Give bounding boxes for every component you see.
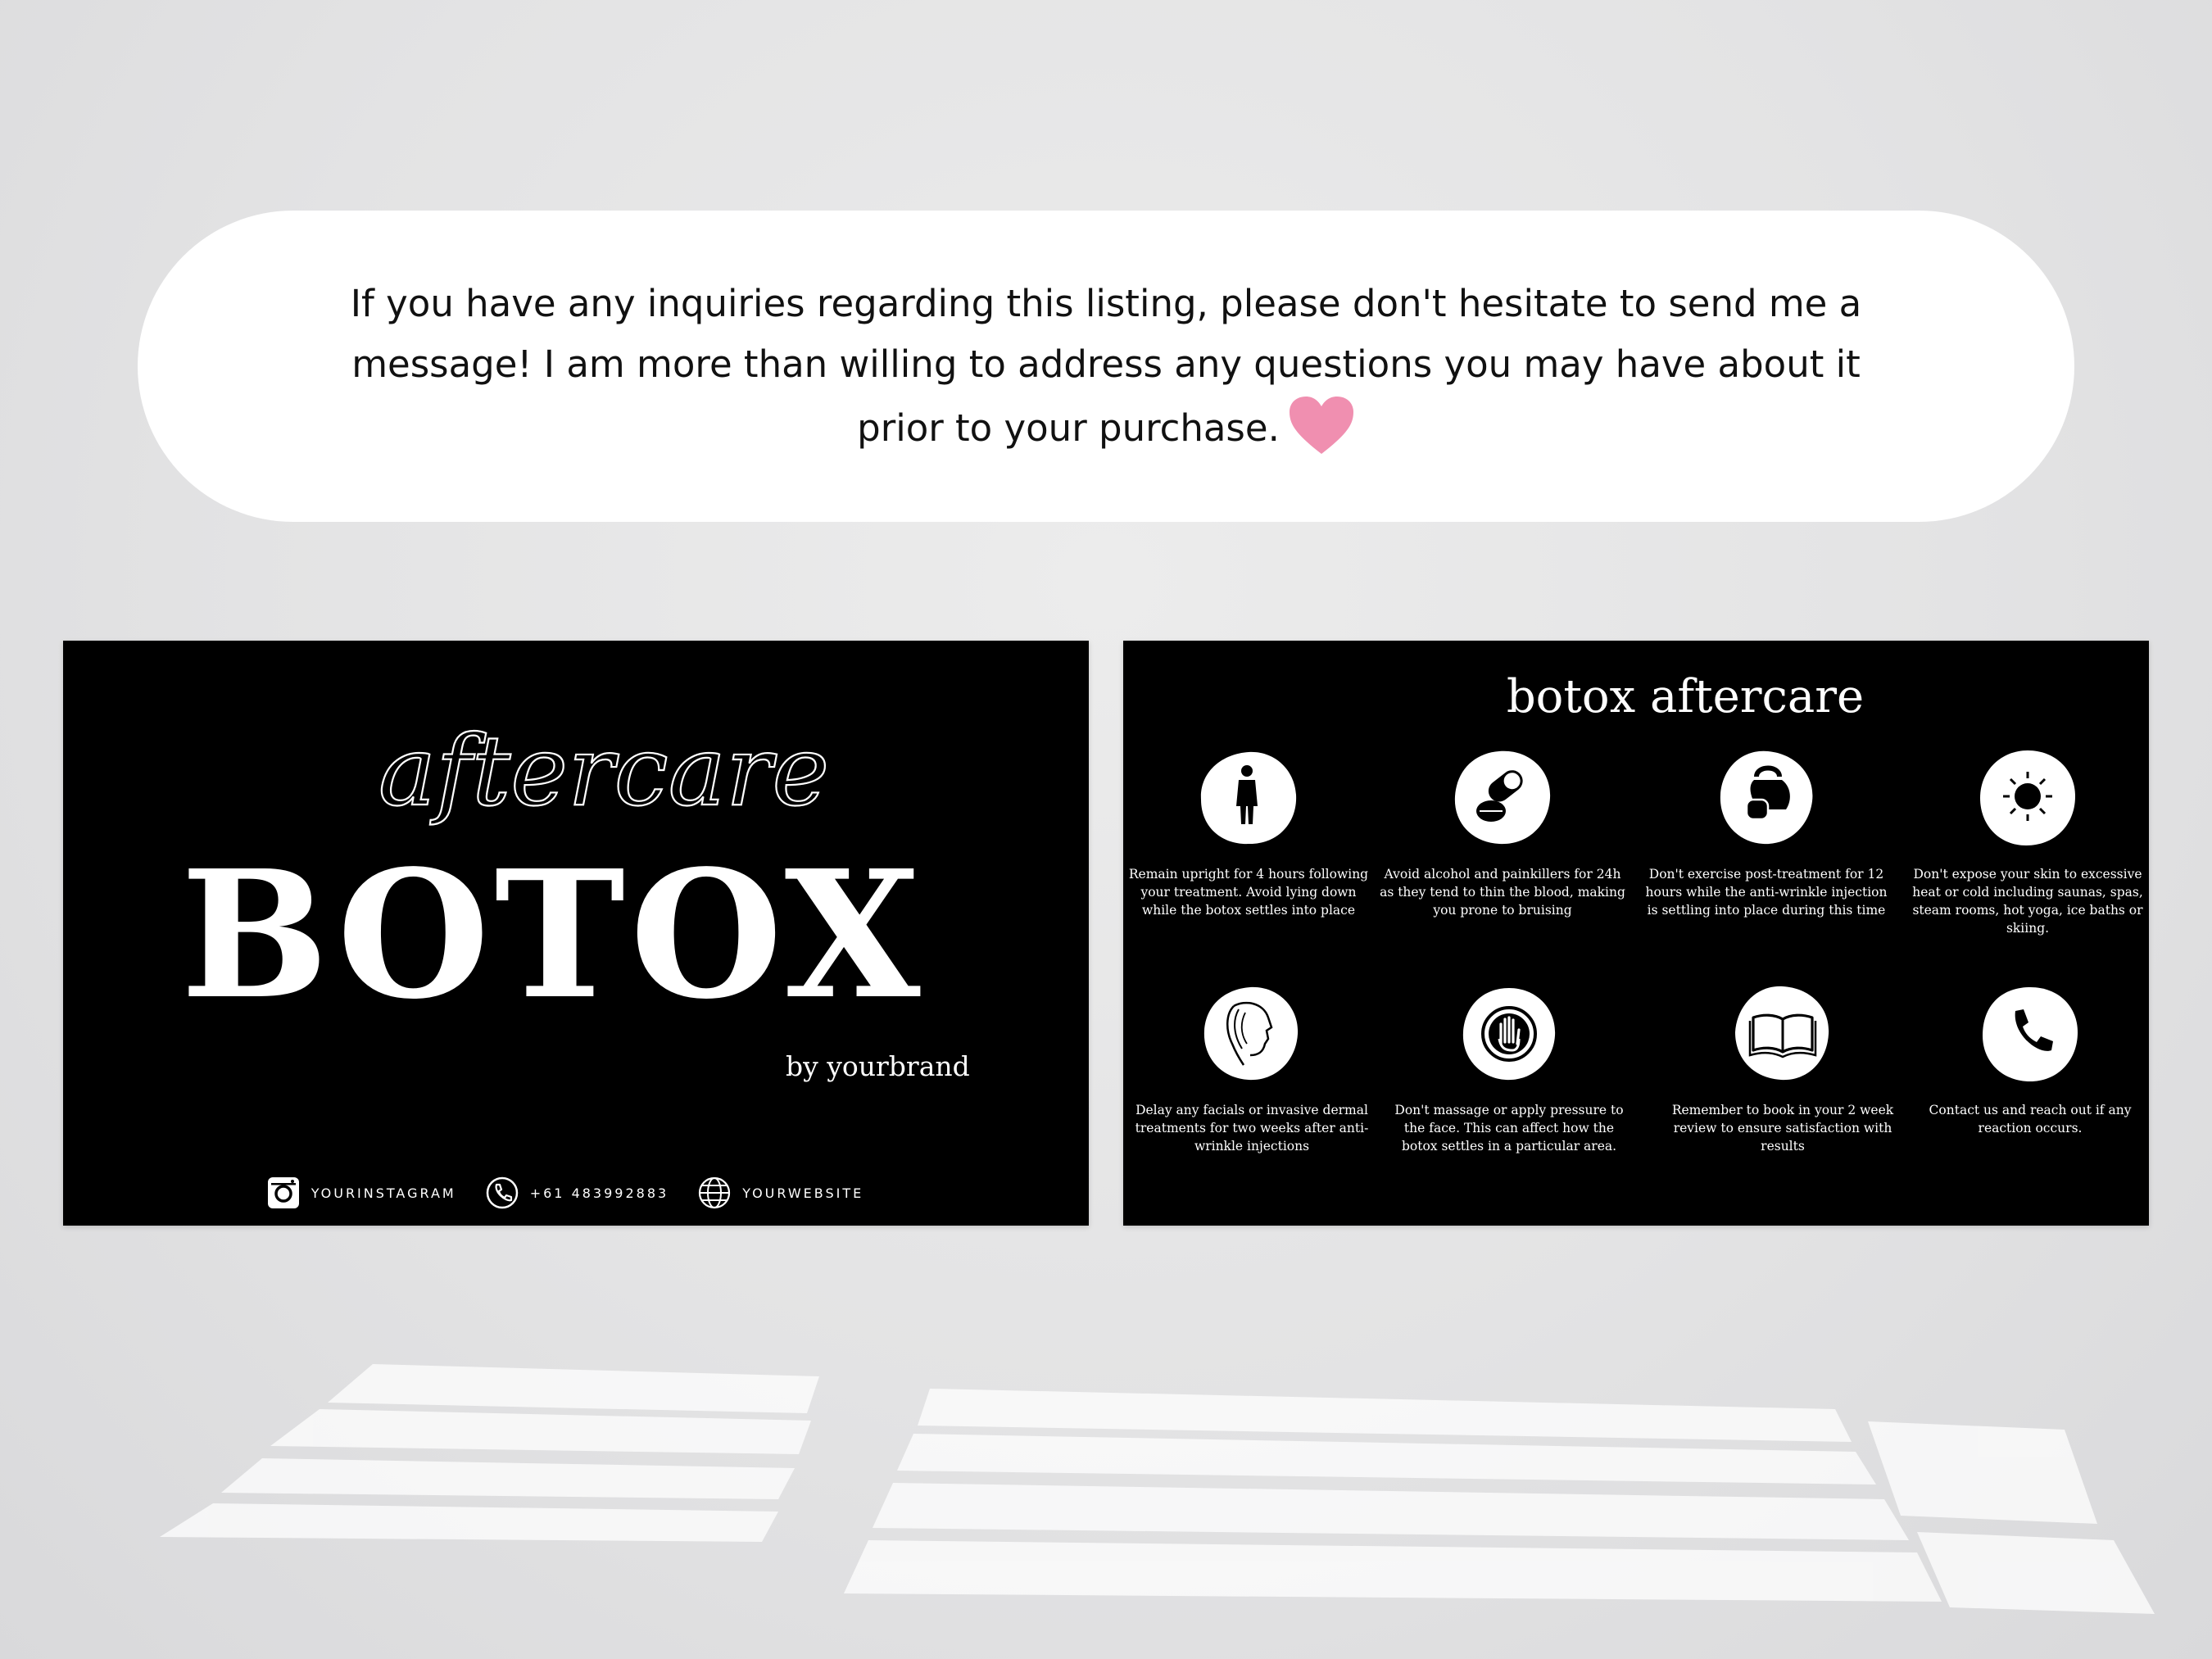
card-back: botox aftercare Remain upright for 4 hou… (1123, 641, 2149, 1226)
script-word: aftercare (378, 723, 829, 827)
card-back-title: botox aftercare (1506, 670, 1865, 723)
instagram-icon (267, 1177, 299, 1208)
contact-website[interactable]: YOURWEBSITE (696, 1175, 863, 1211)
banner-text-container: If you have any inquiries regarding this… (303, 274, 1909, 459)
tip-text: Avoid alcohol and painkillers for 24h as… (1380, 867, 1625, 918)
tip-text: Delay any facials or invasive dermal tre… (1135, 1103, 1369, 1154)
tip-item: Don't exercise post-treatment for 12 hou… (1643, 749, 1889, 919)
tip-item: Remain upright for 4 hours following you… (1126, 749, 1371, 919)
contact-row: YOURINSTAGRAM +61 483992883 YOURWEBSITE (40, 1173, 1089, 1213)
phone-icon (1983, 986, 2078, 1081)
tip-text: Don't exercise post-treatment for 12 hou… (1645, 867, 1888, 918)
kettlebell-icon (1720, 750, 1813, 845)
card-title: BOTOX (180, 832, 926, 1038)
byline: by yourbrand (786, 1050, 970, 1082)
phone-icon (486, 1176, 518, 1209)
tip-text: Remain upright for 4 hours following you… (1128, 867, 1369, 918)
aftercare-script: aftercare (378, 723, 831, 828)
tip-text: Don't massage or apply pressure to the f… (1394, 1103, 1624, 1154)
tip-item: Don't expose your skin to excessive heat… (1905, 749, 2151, 937)
contact-phone[interactable]: +61 483992883 (484, 1175, 669, 1211)
tip-text: Contact us and reach out if any reaction… (1929, 1103, 2132, 1135)
stop-hand-icon (1462, 988, 1556, 1081)
contact-phone-text: +61 483992883 (529, 1185, 669, 1201)
globe-icon (699, 1176, 731, 1209)
contact-website-text: YOURWEBSITE (742, 1185, 864, 1201)
face-profile-icon (1203, 986, 1299, 1081)
card-front: aftercare BOTOX by yourbrand YOURINSTAGR… (63, 641, 1089, 1226)
tip-item: Don't massage or apply pressure to the f… (1386, 985, 1632, 1155)
message-banner: If you have any inquiries regarding this… (138, 211, 2074, 522)
banner-message: If you have any inquiries regarding this… (350, 282, 1862, 450)
sun-icon (1980, 750, 2075, 845)
tip-item: Delay any facials or invasive dermal tre… (1129, 985, 1375, 1155)
person-standing-icon (1200, 751, 1297, 845)
contact-instagram[interactable]: YOURINSTAGRAM (265, 1175, 456, 1211)
book-icon (1735, 986, 1829, 1081)
heart-icon (1289, 397, 1353, 454)
tip-item: Remember to book in your 2 week review t… (1660, 985, 1906, 1155)
tip-item: Contact us and reach out if any reaction… (1907, 985, 2153, 1137)
tip-text: Remember to book in your 2 week review t… (1671, 1103, 1894, 1154)
contact-instagram-text: YOURINSTAGRAM (310, 1185, 456, 1201)
pills-icon (1454, 750, 1551, 845)
tip-item: Avoid alcohol and painkillers for 24h as… (1380, 749, 1625, 919)
tip-text: Don't expose your skin to excessive heat… (1912, 867, 2143, 936)
